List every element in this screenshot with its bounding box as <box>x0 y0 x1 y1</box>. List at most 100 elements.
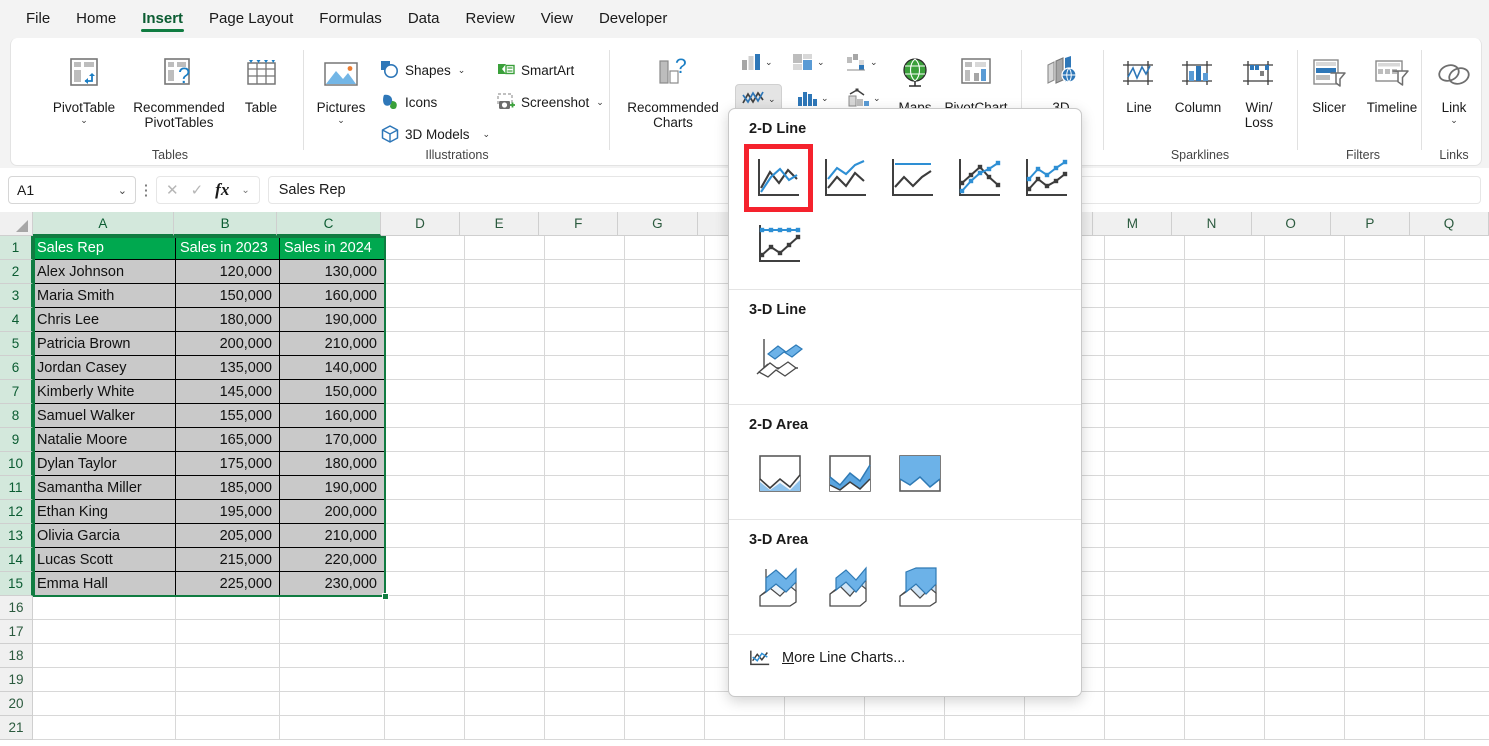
cell-G17[interactable] <box>625 620 705 644</box>
cell-G1[interactable] <box>625 236 705 260</box>
cell-N4[interactable] <box>1185 308 1265 332</box>
cell-N18[interactable] <box>1185 644 1265 668</box>
cell-N5[interactable] <box>1185 332 1265 356</box>
cell-D9[interactable] <box>385 428 465 452</box>
chevron-down-icon[interactable]: ⌄ <box>596 97 604 108</box>
ribbon-tab-formulas[interactable]: Formulas <box>307 5 394 34</box>
cell-A21[interactable] <box>33 716 176 740</box>
cell-B11[interactable]: 185,000 <box>176 476 280 500</box>
cell-N8[interactable] <box>1185 404 1265 428</box>
cell-C20[interactable] <box>280 692 385 716</box>
cell-O8[interactable] <box>1265 404 1345 428</box>
cell-M17[interactable] <box>1105 620 1185 644</box>
cell-O18[interactable] <box>1265 644 1345 668</box>
row-header-3[interactable]: 3 <box>0 284 33 308</box>
cell-G16[interactable] <box>625 596 705 620</box>
cell-M12[interactable] <box>1105 500 1185 524</box>
cell-M8[interactable] <box>1105 404 1185 428</box>
row-header-4[interactable]: 4 <box>0 308 33 332</box>
cell-P21[interactable] <box>1345 716 1425 740</box>
cell-N6[interactable] <box>1185 356 1265 380</box>
cell-P13[interactable] <box>1345 524 1425 548</box>
column-header-E[interactable]: E <box>460 212 540 236</box>
chart-type-stacked-line[interactable] <box>812 145 879 211</box>
cell-Q12[interactable] <box>1425 500 1489 524</box>
cell-B9[interactable]: 165,000 <box>176 428 280 452</box>
cell-N11[interactable] <box>1185 476 1265 500</box>
cell-A14[interactable]: Lucas Scott <box>33 548 176 572</box>
cell-G2[interactable] <box>625 260 705 284</box>
cell-O3[interactable] <box>1265 284 1345 308</box>
cell-D8[interactable] <box>385 404 465 428</box>
cell-L21[interactable] <box>1025 716 1105 740</box>
cell-Q13[interactable] <box>1425 524 1489 548</box>
cell-C12[interactable]: 200,000 <box>280 500 385 524</box>
cell-G9[interactable] <box>625 428 705 452</box>
cell-A6[interactable]: Jordan Casey <box>33 356 176 380</box>
pivottable-button[interactable]: PivotTable ⌄ <box>31 44 137 125</box>
cell-N13[interactable] <box>1185 524 1265 548</box>
cell-G3[interactable] <box>625 284 705 308</box>
cell-O4[interactable] <box>1265 308 1345 332</box>
sparkline-line-button[interactable]: Line <box>1111 44 1167 115</box>
column-header-B[interactable]: B <box>174 212 278 236</box>
cell-C13[interactable]: 210,000 <box>280 524 385 548</box>
cell-O17[interactable] <box>1265 620 1345 644</box>
insert-column-chart-button[interactable]: ⌄ <box>735 48 778 76</box>
cell-M11[interactable] <box>1105 476 1185 500</box>
cell-C14[interactable]: 220,000 <box>280 548 385 572</box>
cell-F4[interactable] <box>545 308 625 332</box>
column-header-O[interactable]: O <box>1251 212 1331 236</box>
cell-B6[interactable]: 135,000 <box>176 356 280 380</box>
cell-G12[interactable] <box>625 500 705 524</box>
cell-N3[interactable] <box>1185 284 1265 308</box>
cell-D10[interactable] <box>385 452 465 476</box>
cell-P5[interactable] <box>1345 332 1425 356</box>
cell-D7[interactable] <box>385 380 465 404</box>
cell-N9[interactable] <box>1185 428 1265 452</box>
row-header-15[interactable]: 15 <box>0 572 33 596</box>
cell-C5[interactable]: 210,000 <box>280 332 385 356</box>
cell-G5[interactable] <box>625 332 705 356</box>
chart-type-area[interactable] <box>745 441 815 507</box>
cell-E14[interactable] <box>465 548 545 572</box>
cell-C18[interactable] <box>280 644 385 668</box>
cell-F9[interactable] <box>545 428 625 452</box>
cell-A4[interactable]: Chris Lee <box>33 308 176 332</box>
cell-M9[interactable] <box>1105 428 1185 452</box>
cell-P2[interactable] <box>1345 260 1425 284</box>
cell-E7[interactable] <box>465 380 545 404</box>
cell-E15[interactable] <box>465 572 545 596</box>
chevron-down-icon[interactable]: ⌄ <box>873 93 881 104</box>
cell-E8[interactable] <box>465 404 545 428</box>
cell-F3[interactable] <box>545 284 625 308</box>
cell-N10[interactable] <box>1185 452 1265 476</box>
cell-B15[interactable]: 225,000 <box>176 572 280 596</box>
cell-A2[interactable]: Alex Johnson <box>33 260 176 284</box>
pivotchart-button[interactable]: PivotChart <box>937 44 1015 115</box>
cell-Q11[interactable] <box>1425 476 1489 500</box>
insert-hierarchy-chart-button[interactable]: ⌄ <box>787 48 830 76</box>
cell-O13[interactable] <box>1265 524 1345 548</box>
chart-type-3d-stacked-area[interactable] <box>815 556 885 622</box>
cell-M4[interactable] <box>1105 308 1185 332</box>
cell-D5[interactable] <box>385 332 465 356</box>
smartart-button[interactable]: SmartArt <box>493 58 577 82</box>
cell-P17[interactable] <box>1345 620 1425 644</box>
cell-P4[interactable] <box>1345 308 1425 332</box>
recommended-charts-button[interactable]: ? Recommended Charts <box>621 44 725 130</box>
row-header-18[interactable]: 18 <box>0 644 33 668</box>
cell-Q17[interactable] <box>1425 620 1489 644</box>
cell-E12[interactable] <box>465 500 545 524</box>
chevron-down-icon[interactable]: ⌄ <box>337 116 345 125</box>
sparkline-column-button[interactable]: Column <box>1165 44 1231 115</box>
cell-D20[interactable] <box>385 692 465 716</box>
cell-E20[interactable] <box>465 692 545 716</box>
column-header-A[interactable]: A <box>32 212 175 236</box>
cell-K21[interactable] <box>945 716 1025 740</box>
cell-O19[interactable] <box>1265 668 1345 692</box>
cell-B1[interactable]: Sales in 2023 <box>176 236 280 260</box>
chevron-down-icon[interactable]: ⌄ <box>241 185 249 196</box>
chevron-down-icon[interactable]: ⌄ <box>768 94 776 105</box>
cell-Q4[interactable] <box>1425 308 1489 332</box>
